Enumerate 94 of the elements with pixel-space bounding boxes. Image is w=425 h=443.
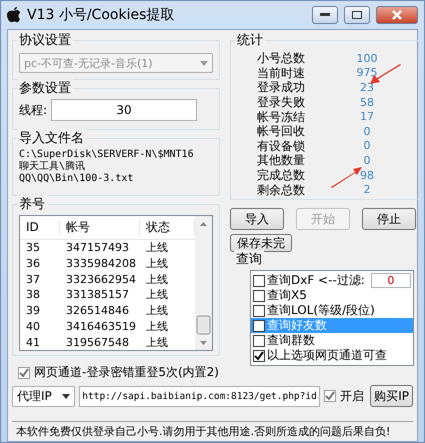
group-label: 参数设置 bbox=[17, 79, 73, 97]
stat-value: 100 bbox=[356, 52, 378, 65]
query-option[interactable]: 查询X5 bbox=[251, 288, 413, 303]
table-cell-text: 37 bbox=[25, 272, 41, 286]
action-button[interactable]: 导入 bbox=[230, 208, 284, 230]
option-label: 以上选项网页通道可查 bbox=[267, 347, 387, 364]
stat-label: 其他数量 bbox=[257, 153, 306, 168]
stat-value: 2 bbox=[362, 183, 372, 196]
table-cell-text: 319567548 bbox=[65, 336, 130, 349]
stat-label: 剩余总数 bbox=[257, 182, 306, 197]
thread-label: 线程: bbox=[19, 102, 48, 118]
table-cell-text: 40 bbox=[25, 320, 41, 333]
table-cell-text: 3416463519 bbox=[65, 320, 137, 333]
thread-field[interactable]: 30 bbox=[51, 99, 198, 121]
checkbox[interactable] bbox=[253, 320, 265, 332]
file-path-text: 聊天工具\腾讯 bbox=[19, 161, 86, 173]
minimize-icon bbox=[320, 13, 330, 17]
checkbox[interactable] bbox=[253, 350, 265, 362]
option-label: 查询群数 bbox=[267, 332, 315, 349]
table-cell-text: 36 bbox=[25, 256, 41, 270]
stat-label: 帐号回收 bbox=[257, 124, 306, 138]
option-label: 查询LOL(等级/段位) bbox=[267, 302, 375, 319]
group-label: 导入文件名 bbox=[17, 129, 86, 147]
stat-value: 0 bbox=[362, 139, 372, 152]
file-path-text: C:\SuperDisk\SERVERF-N\$MNT16 bbox=[19, 149, 195, 160]
group-label: 统计 bbox=[235, 31, 265, 49]
minimize-button[interactable] bbox=[312, 6, 338, 24]
checkbox[interactable] bbox=[253, 334, 265, 346]
query-option[interactable]: 查询DxF <--过滤: 0 bbox=[251, 273, 413, 288]
query-option[interactable]: 以上选项网页通道可查 bbox=[251, 348, 413, 363]
status-text: 本软件免费仅供登录自己小号.请勿用于其他用途.否则所造成的问题后果自负! bbox=[16, 424, 390, 439]
stat-label: 帐号冻结 bbox=[257, 110, 306, 124]
maximize-icon bbox=[352, 11, 362, 19]
group-label: 查询 bbox=[234, 250, 264, 268]
scrollbar[interactable] bbox=[195, 216, 212, 350]
maximize-button[interactable] bbox=[344, 6, 370, 24]
checkbox[interactable] bbox=[324, 390, 336, 402]
action-button[interactable]: 停止 bbox=[362, 208, 416, 230]
close-button[interactable] bbox=[376, 6, 418, 24]
stat-value: 975 bbox=[356, 66, 378, 80]
stat-label: 登录失败 bbox=[257, 95, 306, 110]
table-cell-text: 上线 bbox=[145, 318, 169, 334]
table-cell-text: 326514846 bbox=[65, 304, 130, 318]
query-option[interactable]: 查询群数 bbox=[251, 333, 413, 348]
enable-label: 开启 bbox=[340, 388, 364, 404]
checkbox[interactable] bbox=[253, 274, 265, 286]
group-label: 养号 bbox=[17, 195, 47, 213]
stat-label: 完成总数 bbox=[257, 168, 306, 182]
window-title: V13 小号/Cookies提取 bbox=[27, 6, 176, 24]
stat-label: 当前时速 bbox=[257, 66, 306, 80]
table-cell-text: 41 bbox=[25, 336, 41, 349]
stat-value: 0 bbox=[362, 124, 372, 138]
option-label: 查询DxF <--过滤: bbox=[267, 272, 365, 289]
stat-value: 98 bbox=[359, 168, 375, 182]
table-cell-text: 上线 bbox=[145, 287, 169, 302]
table-cell-text: 331385157 bbox=[65, 288, 130, 302]
stat-value: 23 bbox=[359, 80, 375, 94]
table-cell-text: 3335984208 bbox=[65, 256, 137, 270]
option-label: 查询好友数 bbox=[267, 317, 327, 334]
table-cell-text: 上线 bbox=[145, 272, 169, 287]
proxy-dropdown[interactable]: 代理IP bbox=[12, 386, 76, 406]
option-label: 查询X5 bbox=[267, 287, 307, 304]
table-cell-text: 上线 bbox=[145, 303, 169, 318]
query-option[interactable]: 查询LOL(等级/段位) bbox=[251, 303, 413, 318]
stat-label: 有设备锁 bbox=[257, 138, 306, 153]
close-icon bbox=[392, 10, 402, 20]
save-unfinished-button[interactable]: 保存未完 bbox=[230, 234, 292, 252]
stat-value: 58 bbox=[359, 96, 375, 109]
buy-ip-button[interactable]: 购买IP bbox=[370, 385, 413, 407]
stat-label: 登录成功 bbox=[257, 80, 306, 94]
checkbox[interactable] bbox=[253, 304, 265, 316]
apple-logo-icon bbox=[7, 7, 21, 23]
table-cell-text: 38 bbox=[25, 288, 41, 302]
group-label: 协议设置 bbox=[17, 31, 73, 49]
table-cell-text: 上线 bbox=[145, 240, 169, 256]
table-cell-text: 347157493 bbox=[65, 241, 130, 254]
column-header[interactable]: 帐号 bbox=[60, 218, 140, 236]
filter-field[interactable]: 0 bbox=[370, 273, 411, 288]
relogin-label: 网页通道-登录密错重登5次(内置2) bbox=[34, 364, 219, 381]
stat-value: 17 bbox=[359, 110, 375, 124]
checkbox[interactable] bbox=[253, 290, 265, 302]
stat-value: 0 bbox=[362, 154, 372, 167]
proxy-url-field[interactable]: http://sapi.baibianip.com:8123/get.php?id bbox=[79, 386, 320, 406]
caret-icon bbox=[62, 394, 70, 398]
column-header[interactable]: ID bbox=[20, 220, 60, 234]
table-cell-text: 39 bbox=[25, 304, 41, 318]
table-cell-text: 上线 bbox=[145, 334, 169, 350]
table-cell-text: 3323662954 bbox=[65, 272, 137, 286]
file-path-text: QQ\QQ\Bin\100-3.txt bbox=[19, 173, 134, 185]
table-cell-text: 35 bbox=[25, 241, 41, 254]
checkbox[interactable] bbox=[18, 366, 30, 378]
table-cell-text: 上线 bbox=[145, 256, 169, 271]
stat-label: 小号总数 bbox=[257, 51, 306, 66]
caret-icon bbox=[200, 60, 208, 66]
